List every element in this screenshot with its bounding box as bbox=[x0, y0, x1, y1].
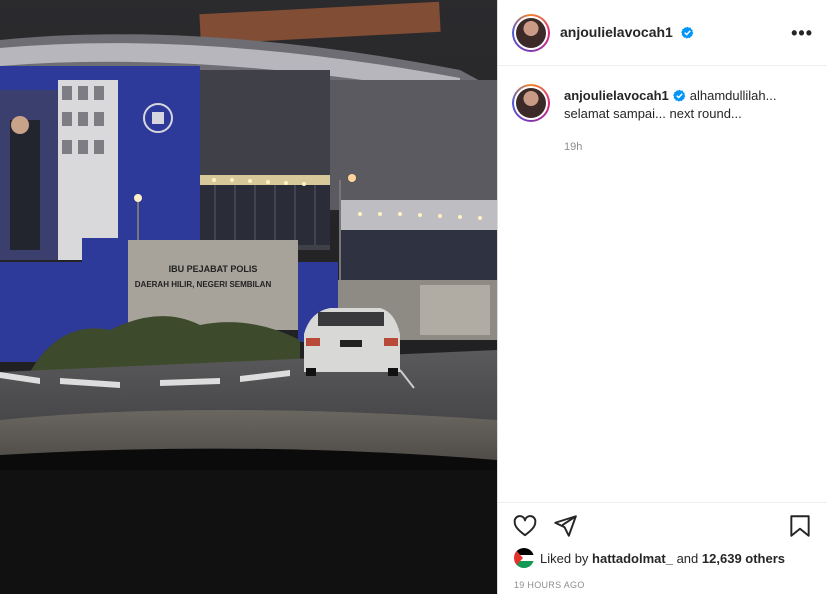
caption-avatar-image bbox=[516, 88, 546, 118]
likes-prefix: Liked by bbox=[540, 550, 589, 566]
caption-content: anjoulielavocah1 alhamdullilah... selama… bbox=[564, 84, 776, 153]
caption-line2: selamat sampai... next round... bbox=[564, 106, 742, 121]
likes-others[interactable]: 12,639 others bbox=[702, 551, 785, 566]
caption-avatar[interactable] bbox=[512, 84, 550, 122]
avatar-image bbox=[516, 17, 546, 48]
caption-timestamp[interactable]: 19h bbox=[564, 141, 776, 153]
caption-username[interactable]: anjoulielavocah1 bbox=[564, 88, 669, 103]
posted-time[interactable]: 19 HOURS AGO bbox=[514, 580, 585, 590]
heart-icon[interactable] bbox=[512, 513, 538, 539]
bookmark-icon[interactable] bbox=[787, 513, 813, 539]
post-actions bbox=[498, 502, 827, 548]
header-username-wrap: anjoulielavocah1 bbox=[560, 24, 694, 42]
likes-conj: and bbox=[676, 550, 699, 566]
sign-line1: IBU PEJABAT POLIS bbox=[169, 264, 258, 274]
post-photo[interactable]: IBU PEJABAT POLIS DAERAH HILIR, NEGERI S… bbox=[0, 0, 497, 594]
caption-line1: alhamdullilah... bbox=[689, 88, 777, 103]
sign-line2: DAERAH HILIR, NEGERI SEMBILAN bbox=[135, 280, 272, 289]
post-side-panel: anjoulielavocah1 ••• anjoulielavocah1 al… bbox=[497, 0, 827, 594]
verified-badge-icon bbox=[681, 26, 694, 39]
post-header: anjoulielavocah1 ••• bbox=[498, 0, 827, 66]
send-icon[interactable] bbox=[552, 513, 578, 539]
likes-user[interactable]: hattadolmat_ bbox=[592, 551, 673, 566]
liker-avatar[interactable] bbox=[514, 548, 534, 568]
avatar[interactable] bbox=[512, 13, 550, 52]
caption-text: anjoulielavocah1 alhamdullilah... selama… bbox=[564, 84, 776, 123]
more-options-button[interactable]: ••• bbox=[791, 24, 813, 42]
header-username[interactable]: anjoulielavocah1 bbox=[560, 24, 673, 40]
post-photo-svg: IBU PEJABAT POLIS DAERAH HILIR, NEGERI S… bbox=[0, 0, 497, 594]
caption-verified-badge-icon bbox=[672, 89, 686, 102]
likes-summary: Liked by hattadolmat_ and 12,639 others bbox=[514, 548, 785, 568]
caption-comment: anjoulielavocah1 alhamdullilah... selama… bbox=[498, 66, 827, 153]
